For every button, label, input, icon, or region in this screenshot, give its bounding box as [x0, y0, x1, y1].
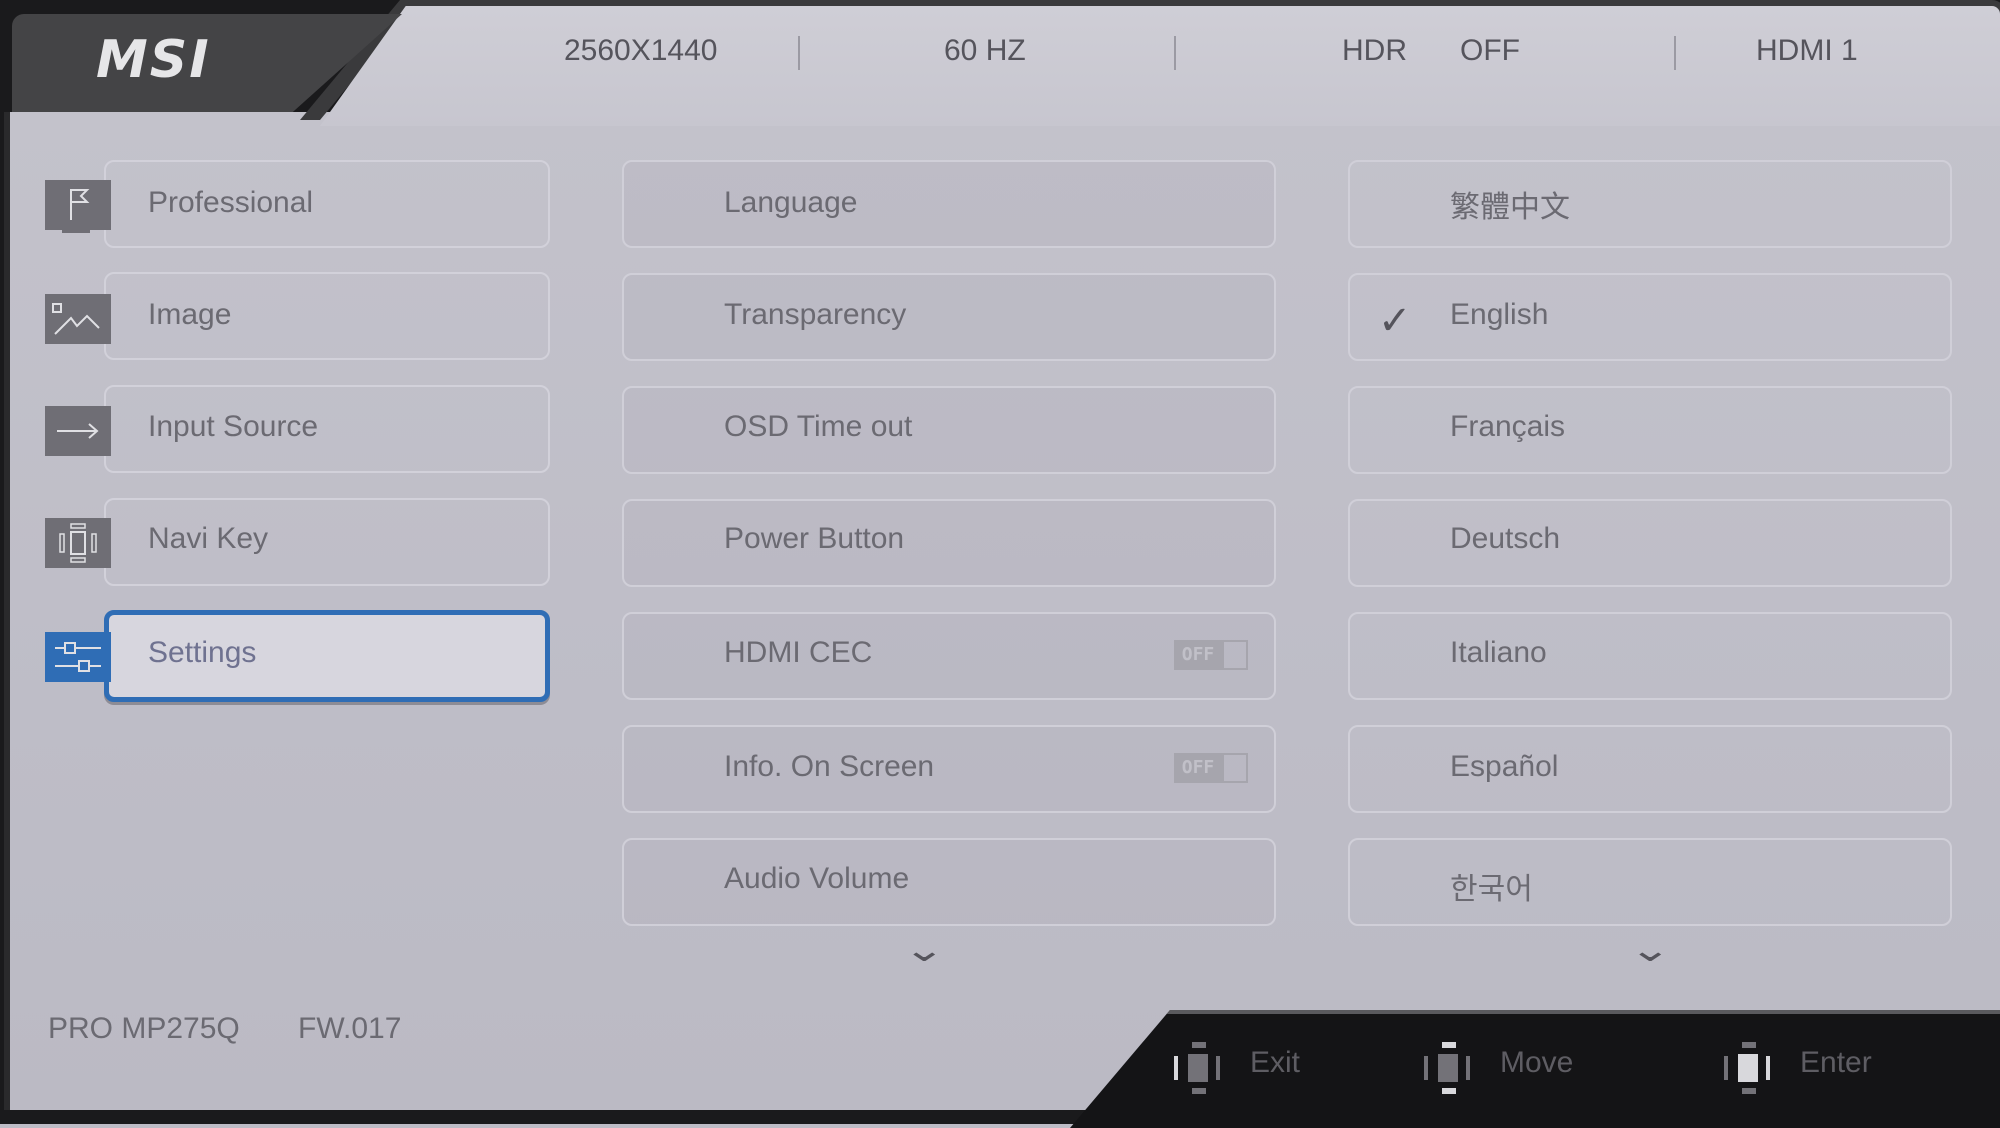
- setting-label: Power Button: [724, 522, 905, 555]
- setting-label: Transparency: [724, 298, 907, 331]
- resolution-status: 2560X1440: [564, 34, 718, 67]
- setting-language[interactable]: [622, 160, 1276, 248]
- image-icon: [45, 294, 111, 344]
- setting-label: Info. On Screen: [724, 750, 935, 783]
- hdr-value: OFF: [1460, 34, 1520, 67]
- model-name: PRO MP275Q: [48, 1012, 240, 1045]
- flag-underline: [62, 230, 90, 233]
- flag-icon: [45, 180, 111, 230]
- setting-label: Language: [724, 186, 858, 219]
- language-option[interactable]: [1348, 612, 1952, 700]
- sidebar-item-label: Professional: [148, 186, 314, 219]
- sidebar-item-label: Image: [148, 298, 232, 331]
- language-label: Italiano: [1450, 636, 1547, 669]
- move-hint: Move: [1500, 1046, 1574, 1079]
- divider: [1674, 36, 1676, 70]
- language-option[interactable]: [1348, 725, 1952, 813]
- setting-label: Audio Volume: [724, 862, 910, 895]
- check-icon: ✓: [1378, 298, 1412, 344]
- hdmi-cec-toggle[interactable]: OFF: [1174, 640, 1248, 670]
- language-option[interactable]: [1348, 499, 1952, 587]
- setting-osd-timeout[interactable]: [622, 386, 1276, 474]
- sidebar-item-label: Settings: [148, 636, 257, 669]
- language-label: Español: [1450, 750, 1559, 783]
- navi-left-icon: [1174, 1042, 1230, 1094]
- enter-hint: Enter: [1800, 1046, 1872, 1079]
- language-label: Français: [1450, 410, 1566, 443]
- refresh-rate-status: 60 HZ: [944, 34, 1026, 67]
- toggle-knob: [1222, 640, 1248, 670]
- toggle-state: OFF: [1174, 753, 1222, 783]
- chevron-down-icon[interactable]: ⌄: [1629, 930, 1672, 970]
- exit-hint: Exit: [1250, 1046, 1301, 1079]
- toggle-state: OFF: [1174, 640, 1222, 670]
- language-option[interactable]: [1348, 838, 1952, 926]
- setting-power-button[interactable]: [622, 499, 1276, 587]
- arrow-right-icon: [45, 406, 111, 456]
- navi-key-icon: [45, 518, 111, 568]
- language-option-selected[interactable]: [1348, 273, 1952, 361]
- toggle-knob: [1222, 753, 1248, 783]
- chevron-down-icon[interactable]: ⌄: [903, 930, 946, 970]
- setting-label: HDMI CEC: [724, 636, 873, 669]
- language-label: English: [1450, 298, 1549, 331]
- setting-audio-volume[interactable]: [622, 838, 1276, 926]
- input-status: HDMI 1: [1756, 34, 1858, 67]
- msi-logo: MSI: [96, 30, 211, 90]
- navi-updown-icon: [1424, 1042, 1480, 1094]
- language-label: 한국어: [1450, 873, 1533, 906]
- language-option[interactable]: [1348, 386, 1952, 474]
- sidebar-item-label: Input Source: [148, 410, 319, 443]
- divider: [1174, 36, 1176, 70]
- language-option[interactable]: [1348, 160, 1952, 248]
- setting-label: OSD Time out: [724, 410, 913, 443]
- sidebar-item-label: Navi Key: [148, 522, 269, 555]
- info-on-screen-toggle[interactable]: OFF: [1174, 753, 1248, 783]
- language-label: 繁體中文: [1450, 191, 1570, 224]
- sliders-icon: [45, 632, 111, 682]
- setting-transparency[interactable]: [622, 273, 1276, 361]
- firmware-version: FW.017: [298, 1012, 402, 1045]
- navi-center-icon: [1724, 1042, 1780, 1094]
- language-label: Deutsch: [1450, 522, 1561, 555]
- hdr-label: HDR: [1342, 34, 1407, 67]
- divider: [798, 36, 800, 70]
